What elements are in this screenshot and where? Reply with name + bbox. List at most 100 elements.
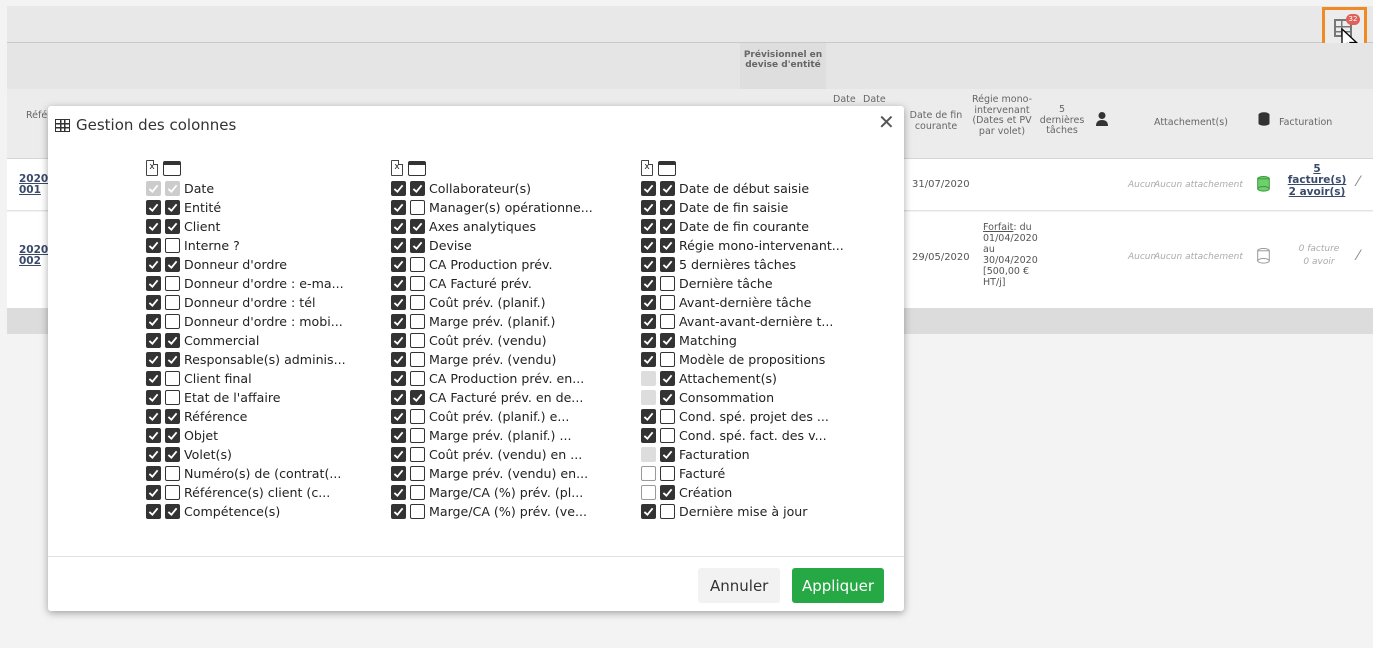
database-inactive-icon[interactable] [1257, 248, 1270, 264]
display-checkbox[interactable] [660, 295, 675, 310]
export-checkbox[interactable] [641, 504, 656, 519]
display-checkbox[interactable] [165, 485, 180, 500]
column-option-item[interactable]: Compétence(s) [146, 502, 346, 521]
export-checkbox[interactable] [146, 314, 161, 329]
column-option-item[interactable]: Devise [391, 236, 593, 255]
display-checkbox[interactable] [165, 352, 180, 367]
column-option-item[interactable]: Avant-dernière tâche [641, 293, 844, 312]
column-option-item[interactable]: Matching [641, 331, 844, 350]
display-checkbox[interactable] [660, 219, 675, 234]
close-icon[interactable]: ✕ [878, 112, 895, 132]
display-checkbox[interactable] [410, 409, 425, 424]
column-option-item[interactable]: Référence [146, 407, 346, 426]
display-checkbox[interactable] [410, 466, 425, 481]
column-option-item[interactable]: Coût prév. (vendu) [391, 331, 593, 350]
header-attachements[interactable]: Attachement(s) [1154, 117, 1228, 129]
display-checkbox[interactable] [410, 295, 425, 310]
export-checkbox[interactable] [146, 428, 161, 443]
export-checkbox[interactable] [391, 409, 406, 424]
column-option-item[interactable]: Collaborateur(s) [391, 179, 593, 198]
column-option-item[interactable]: Commercial [146, 331, 346, 350]
export-checkbox[interactable] [391, 276, 406, 291]
display-checkbox[interactable] [165, 466, 180, 481]
column-option-item[interactable]: CA Facturé prév. [391, 274, 593, 293]
column-option-item[interactable]: Consommation [641, 388, 844, 407]
display-checkbox[interactable] [660, 352, 675, 367]
display-checkbox[interactable] [660, 276, 675, 291]
export-checkbox[interactable] [146, 219, 161, 234]
column-option-item[interactable]: Numéro(s) de (contrat(... [146, 464, 346, 483]
column-option-item[interactable]: Manager(s) opérationne... [391, 198, 593, 217]
export-checkbox[interactable] [641, 466, 656, 481]
column-option-item[interactable]: Axes analytiques [391, 217, 593, 236]
display-checkbox[interactable] [660, 371, 675, 386]
forfait-link[interactable]: Forfait [983, 222, 1013, 233]
column-option-item[interactable]: Facturé [641, 464, 844, 483]
header-regie[interactable]: Régie mono-intervenant (Dates et PV par … [967, 94, 1037, 137]
display-checkbox[interactable] [410, 428, 425, 443]
export-checkbox[interactable] [391, 238, 406, 253]
display-checkbox[interactable] [410, 333, 425, 348]
column-option-item[interactable]: Donneur d'ordre : mobi... [146, 312, 346, 331]
export-checkbox[interactable] [391, 181, 406, 196]
export-checkbox[interactable] [641, 200, 656, 215]
export-checkbox[interactable] [391, 200, 406, 215]
display-checkbox[interactable] [660, 504, 675, 519]
export-checkbox[interactable] [641, 276, 656, 291]
display-checkbox[interactable] [165, 390, 180, 405]
column-option-item[interactable]: Référence(s) client (c... [146, 483, 346, 502]
column-option-item[interactable]: Coût prév. (vendu) en ... [391, 445, 593, 464]
header-reference[interactable]: Réfé [26, 110, 47, 122]
cancel-button[interactable]: Annuler [698, 568, 781, 603]
display-checkbox[interactable] [410, 371, 425, 386]
column-option-item[interactable]: Facturation [641, 445, 844, 464]
column-option-item[interactable]: Modèle de propositions [641, 350, 844, 369]
export-checkbox[interactable] [641, 409, 656, 424]
column-option-item[interactable]: Cond. spé. fact. des v... [641, 426, 844, 445]
display-checkbox[interactable] [410, 238, 425, 253]
column-option-item[interactable]: CA Facturé prév. en de... [391, 388, 593, 407]
export-checkbox[interactable] [391, 447, 406, 462]
column-option-item[interactable]: Date de fin saisie [641, 198, 844, 217]
column-option-item[interactable]: Cond. spé. projet des ... [641, 407, 844, 426]
column-option-item[interactable]: Volet(s) [146, 445, 346, 464]
export-checkbox[interactable] [146, 333, 161, 348]
export-checkbox[interactable] [641, 238, 656, 253]
display-checkbox[interactable] [165, 428, 180, 443]
display-checkbox[interactable] [165, 276, 180, 291]
export-checkbox[interactable] [641, 219, 656, 234]
display-checkbox[interactable] [165, 371, 180, 386]
export-checkbox[interactable] [146, 276, 161, 291]
display-checkbox[interactable] [660, 409, 675, 424]
export-checkbox[interactable] [146, 352, 161, 367]
export-checkbox[interactable] [146, 504, 161, 519]
display-checkbox[interactable] [165, 200, 180, 215]
export-checkbox[interactable] [641, 314, 656, 329]
export-checkbox[interactable] [146, 466, 161, 481]
display-checkbox[interactable] [660, 390, 675, 405]
display-checkbox[interactable] [660, 314, 675, 329]
export-checkbox[interactable] [391, 485, 406, 500]
header-dernieres-taches[interactable]: 5 dernières tâches [1039, 104, 1085, 137]
export-checkbox[interactable] [146, 485, 161, 500]
row-factures-label[interactable]: facture(s) [1287, 175, 1347, 186]
export-checkbox[interactable] [391, 219, 406, 234]
magic-wand-icon[interactable]: ⁄ [1357, 248, 1359, 264]
column-option-item[interactable]: Date de début saisie [641, 179, 844, 198]
column-option-item[interactable]: Dernière tâche [641, 274, 844, 293]
column-option-item[interactable]: Création [641, 483, 844, 502]
display-checkbox[interactable] [660, 428, 675, 443]
display-checkbox[interactable] [165, 409, 180, 424]
column-option-item[interactable]: Etat de l'affaire [146, 388, 346, 407]
export-checkbox[interactable] [146, 295, 161, 310]
display-checkbox[interactable] [165, 314, 180, 329]
export-checkbox[interactable] [391, 333, 406, 348]
export-checkbox[interactable] [641, 295, 656, 310]
row-reference-link[interactable]: 2020 001 [19, 174, 48, 196]
export-checkbox[interactable] [146, 371, 161, 386]
display-checkbox[interactable] [165, 504, 180, 519]
column-option-item[interactable]: CA Production prév. en... [391, 369, 593, 388]
row-avoirs-link[interactable]: 2 avoir(s) [1287, 187, 1347, 198]
column-option-item[interactable]: Donneur d'ordre : tél [146, 293, 346, 312]
column-option-item[interactable]: 5 dernières tâches [641, 255, 844, 274]
